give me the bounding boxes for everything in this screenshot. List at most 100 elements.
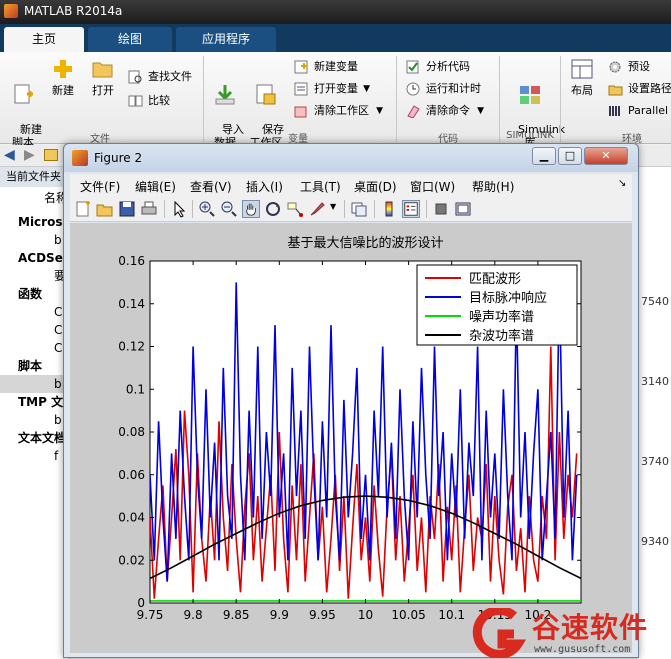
- column-header-name[interactable]: 名称: [0, 189, 70, 207]
- watermark-url: www.gususoft.com: [534, 644, 631, 655]
- ribbon-separator: [396, 56, 397, 142]
- toolbar-separator: [426, 200, 427, 218]
- open-file-icon[interactable]: [96, 200, 114, 218]
- forward-arrow-icon[interactable]: ▶: [24, 147, 35, 163]
- figure-title: Figure 2: [94, 151, 143, 165]
- menu-file[interactable]: 文件(F): [80, 178, 120, 195]
- data-cursor-icon[interactable]: [286, 200, 304, 218]
- section-scripts[interactable]: 脚本: [0, 357, 70, 375]
- print-icon[interactable]: [140, 200, 158, 218]
- list-item[interactable]: C: [0, 303, 70, 321]
- workspace-panel: 7540 3140 3740 9340: [636, 167, 671, 659]
- new-button[interactable]: 新建: [46, 58, 80, 97]
- list-item[interactable]: b: [0, 375, 70, 393]
- compare-button[interactable]: 比较: [128, 92, 170, 110]
- clear-workspace-icon: [294, 106, 307, 118]
- section-acdsee[interactable]: ACDSee: [0, 249, 70, 267]
- find-files-label: 查找文件: [148, 70, 192, 83]
- run-and-time-button[interactable]: 运行和计时: [406, 80, 481, 98]
- x-tick-label: 10.1: [438, 608, 465, 622]
- y-tick-label: 0.1: [126, 382, 145, 396]
- link-plot-icon[interactable]: [350, 200, 368, 218]
- list-item[interactable]: b: [0, 231, 70, 249]
- clear-workspace-button[interactable]: 清除工作区 ▼: [294, 102, 383, 120]
- back-arrow-icon[interactable]: ◀: [4, 147, 15, 163]
- open-variable-label: 打开变量: [314, 82, 358, 95]
- section-text-documents[interactable]: 文本文档: [0, 429, 70, 447]
- list-item[interactable]: 要: [0, 267, 70, 285]
- section-tmp-files[interactable]: TMP 文件: [0, 393, 70, 411]
- zoom-out-icon[interactable]: [220, 200, 238, 218]
- chevron-down-icon[interactable]: ▼: [363, 80, 370, 98]
- list-item[interactable]: C: [0, 339, 70, 357]
- dock-arrow-icon[interactable]: ↘: [618, 178, 626, 189]
- open-variable-button[interactable]: 打开变量 ▼: [294, 80, 370, 98]
- new-variable-label: 新建变量: [314, 60, 358, 73]
- legend-entry: 噪声功率谱: [469, 309, 534, 325]
- menu-help[interactable]: 帮助(H): [472, 178, 514, 195]
- section-functions[interactable]: 函数: [0, 285, 70, 303]
- zoom-in-icon[interactable]: [198, 200, 216, 218]
- new-variable-button[interactable]: 新建变量: [294, 58, 358, 76]
- figure-menubar: 文件(F) 编辑(E) 查看(V) 插入(I) 工具(T) 桌面(D) 窗口(W…: [70, 174, 632, 196]
- rotate-3d-icon[interactable]: [264, 200, 282, 218]
- analyze-code-button[interactable]: 分析代码: [406, 58, 470, 76]
- set-path-icon: [608, 85, 623, 96]
- colorbar-icon[interactable]: [380, 200, 398, 218]
- workspace-value: 9340: [641, 535, 669, 548]
- legend[interactable]: 匹配波形目标脉冲响应噪声功率谱杂波功率谱: [416, 264, 578, 346]
- section-microsoft[interactable]: Microsoft: [0, 213, 70, 231]
- close-button[interactable]: ✕: [584, 147, 628, 165]
- toolbar-separator: [164, 200, 165, 218]
- x-tick-label: 9.85: [223, 608, 250, 622]
- set-path-label: 设置路径: [628, 82, 671, 95]
- brush-icon[interactable]: [308, 200, 326, 218]
- list-item[interactable]: b: [0, 411, 70, 429]
- app-title: MATLAB R2014a: [24, 4, 123, 18]
- menu-view[interactable]: 查看(V): [190, 178, 232, 195]
- find-files-button[interactable]: 查找文件: [128, 68, 192, 86]
- chevron-down-icon[interactable]: ▼: [376, 102, 383, 120]
- y-tick-label: 0.06: [118, 468, 145, 482]
- menu-tools[interactable]: 工具(T): [300, 178, 341, 195]
- chevron-down-icon[interactable]: ▼: [330, 202, 336, 211]
- open-button[interactable]: 打开: [86, 58, 120, 97]
- pointer-icon[interactable]: [170, 200, 188, 218]
- minimize-button[interactable]: ▁: [532, 147, 556, 165]
- menu-insert[interactable]: 插入(I): [246, 178, 283, 195]
- maximize-button[interactable]: □: [558, 147, 582, 165]
- save-icon[interactable]: [118, 200, 136, 218]
- chevron-down-icon[interactable]: ▼: [477, 102, 484, 120]
- pan-hand-icon[interactable]: [242, 200, 260, 218]
- list-item[interactable]: f: [0, 447, 70, 465]
- legend-icon[interactable]: [402, 200, 420, 218]
- menu-edit[interactable]: 编辑(E): [135, 178, 176, 195]
- tab-home[interactable]: 主页: [4, 27, 84, 52]
- legend-entry: 杂波功率谱: [469, 328, 534, 344]
- x-tick-label: 10.05: [391, 608, 425, 622]
- analyze-code-icon: [406, 60, 419, 74]
- parallel-label: Parallel: [628, 104, 669, 117]
- legend-entry: 目标脉冲响应: [469, 290, 547, 306]
- menu-desktop[interactable]: 桌面(D): [354, 178, 397, 195]
- y-tick-label: 0.14: [118, 297, 145, 311]
- tab-plots[interactable]: 绘图: [88, 27, 172, 52]
- hide-plot-tools-icon[interactable]: [432, 200, 450, 218]
- group-label-simulink: SIMULINK: [506, 130, 554, 141]
- folder-icon[interactable]: [44, 149, 58, 161]
- workspace-value: 3740: [641, 455, 669, 468]
- figure-titlebar[interactable]: Figure 2 ▁ □ ✕: [64, 144, 638, 172]
- new-figure-icon[interactable]: [74, 200, 92, 218]
- legend-entry: 匹配波形: [469, 272, 521, 287]
- chart[interactable]: 基于最大信噪比的波形设计 9.75 9.8 9.85 9.9 9.95 10 10.05 10…: [70, 223, 632, 653]
- set-path-button[interactable]: 设置路径: [608, 80, 671, 98]
- tab-apps[interactable]: 应用程序: [176, 27, 276, 52]
- menu-window[interactable]: 窗口(W): [410, 178, 455, 195]
- show-plot-tools-icon[interactable]: [454, 200, 472, 218]
- list-item[interactable]: C: [0, 321, 70, 339]
- parallel-button[interactable]: Parallel: [608, 102, 668, 120]
- preferences-button[interactable]: 预设: [608, 58, 650, 76]
- layout-button[interactable]: 布局: [564, 58, 600, 97]
- clear-commands-button[interactable]: 清除命令 ▼: [406, 102, 484, 120]
- ribbon-separator: [560, 56, 561, 142]
